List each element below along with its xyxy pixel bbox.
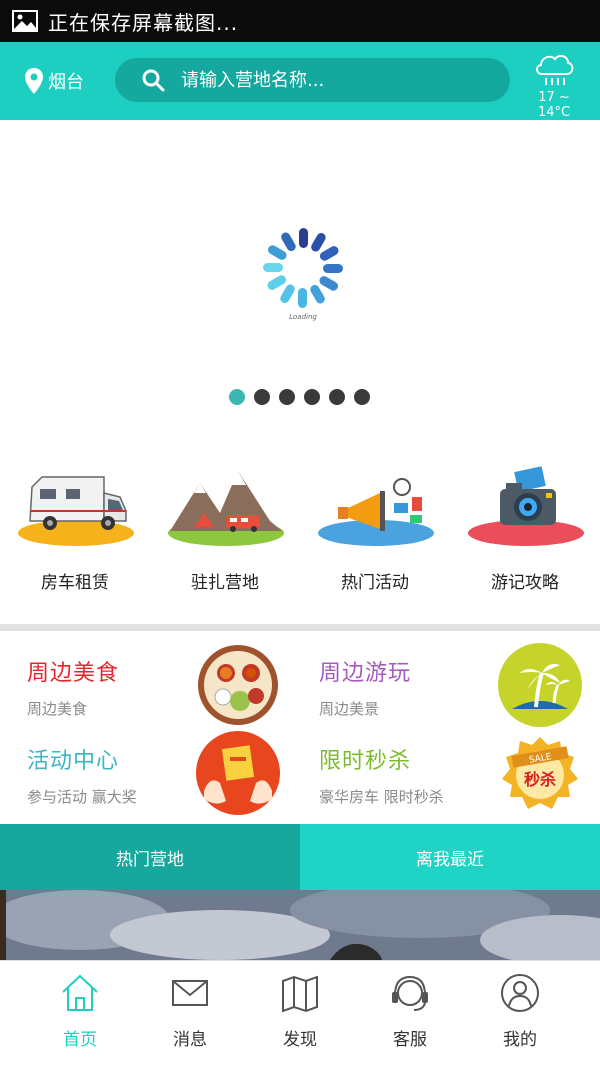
promo-title: 周边美食 <box>27 661 120 686</box>
promo-subtitle: 豪华房车 限时秒杀 <box>319 788 444 806</box>
category-rv-rental[interactable]: 房车租赁 <box>0 455 150 620</box>
tab-nearest[interactable]: 离我最近 <box>300 824 600 890</box>
food-plate-icon <box>198 645 278 725</box>
mail-icon <box>172 980 208 1006</box>
category-label: 房车租赁 <box>41 573 109 593</box>
category-hot-events[interactable]: 热门活动 <box>300 455 450 620</box>
camera-icon <box>468 466 584 546</box>
spinner-spoke <box>298 288 307 308</box>
promo-flash-sale[interactable]: 限时秒杀 豪华房车 限时秒杀 SALE 秒杀 <box>292 719 592 809</box>
nav-label: 首页 <box>63 1030 97 1050</box>
map-icon <box>282 975 318 1013</box>
promo-nearby-food[interactable]: 周边美食 周边美食 <box>0 631 290 725</box>
headset-icon <box>392 975 428 1011</box>
location-selector[interactable]: 烟台 <box>24 67 104 95</box>
spinner-spoke <box>311 233 326 252</box>
sale-badge-main-text: 秒杀 <box>524 770 556 789</box>
carousel-indicator <box>229 389 379 405</box>
nav-label: 客服 <box>393 1030 427 1050</box>
nav-messages[interactable]: 消息 <box>135 961 245 1067</box>
campsite-tabs: 热门营地 离我最近 <box>0 824 600 890</box>
status-text: 正在保存屏幕截图... <box>48 10 239 35</box>
nav-label: 消息 <box>173 1030 207 1050</box>
spinner-spoke <box>263 263 283 272</box>
carousel-dot[interactable] <box>304 389 320 405</box>
spinner-spoke <box>323 264 343 273</box>
loading-text: Loading <box>289 313 317 321</box>
section-divider <box>0 624 600 631</box>
rv-icon <box>18 476 134 546</box>
bottom-navigation: 首页 消息 发现 客服 我的 <box>0 960 600 1067</box>
image-icon <box>12 10 38 32</box>
search-icon <box>142 69 165 92</box>
carousel-dot[interactable] <box>279 389 295 405</box>
location-pin-icon <box>25 68 43 94</box>
weather-widget[interactable]: 17 ~ 14°C <box>522 48 586 120</box>
nav-discover[interactable]: 发现 <box>245 961 355 1067</box>
carousel-dot[interactable] <box>354 389 370 405</box>
promo-grid: 周边美食 周边美食 周边游玩 周边美景 活动中心 参与活动 赢大奖 限时秒杀 豪… <box>0 631 600 824</box>
category-label: 游记攻略 <box>491 573 559 593</box>
spinner-spoke <box>280 284 295 303</box>
status-bar: 正在保存屏幕截图... <box>0 0 600 42</box>
campsite-photo[interactable] <box>0 890 600 960</box>
promo-title: 限时秒杀 <box>319 749 412 774</box>
promo-title: 周边游玩 <box>319 661 412 686</box>
spinner-spoke <box>310 284 325 304</box>
red-envelope-icon <box>196 731 280 815</box>
category-grid: 房车租赁 驻扎营地 热门活动 游记攻略 <box>0 455 600 620</box>
category-campsite[interactable]: 驻扎营地 <box>150 455 300 620</box>
campsite-icon <box>168 471 284 546</box>
category-label: 驻扎营地 <box>191 573 259 593</box>
spinner-spoke <box>267 275 287 290</box>
search-bar[interactable] <box>115 58 510 102</box>
carousel-dot[interactable] <box>229 389 245 405</box>
spinner-spoke <box>299 228 308 248</box>
nav-home[interactable]: 首页 <box>25 961 135 1067</box>
location-label: 烟台 <box>48 72 84 93</box>
promo-subtitle: 周边美景 <box>319 700 380 718</box>
spinner-spoke <box>268 245 287 260</box>
carousel-dot[interactable] <box>254 389 270 405</box>
header: 烟台 17 ~ 14°C <box>0 42 600 120</box>
loading-spinner-icon <box>263 228 343 308</box>
promo-event-center[interactable]: 活动中心 参与活动 赢大奖 <box>0 719 290 815</box>
carousel-dot[interactable] <box>329 389 345 405</box>
search-input[interactable] <box>181 69 481 91</box>
nav-label: 发现 <box>283 1030 317 1050</box>
rain-cloud-icon <box>536 54 574 85</box>
temperature-label: 17 ~ 14°C <box>537 90 571 120</box>
spinner-spoke <box>281 232 296 252</box>
spinner-spoke <box>319 246 339 261</box>
nav-customer-service[interactable]: 客服 <box>355 961 465 1067</box>
user-icon <box>501 974 539 1012</box>
tab-hot-campsites[interactable]: 热门营地 <box>0 824 300 890</box>
nav-label: 我的 <box>503 1030 537 1050</box>
campsite-photo-image <box>0 890 600 960</box>
nav-profile[interactable]: 我的 <box>465 961 575 1067</box>
megaphone-icon <box>318 478 434 546</box>
promo-title: 活动中心 <box>27 749 120 774</box>
palm-tree-icon <box>498 643 582 727</box>
promo-subtitle: 周边美食 <box>27 700 88 718</box>
sale-badge-icon: SALE 秒杀 <box>502 737 578 809</box>
category-travel-guides[interactable]: 游记攻略 <box>450 455 600 620</box>
home-icon <box>62 974 98 1011</box>
spinner-spoke <box>319 276 338 291</box>
promo-nearby-fun[interactable]: 周边游玩 周边美景 <box>292 631 592 727</box>
promo-subtitle: 参与活动 赢大奖 <box>27 788 137 806</box>
category-label: 热门活动 <box>341 573 409 593</box>
